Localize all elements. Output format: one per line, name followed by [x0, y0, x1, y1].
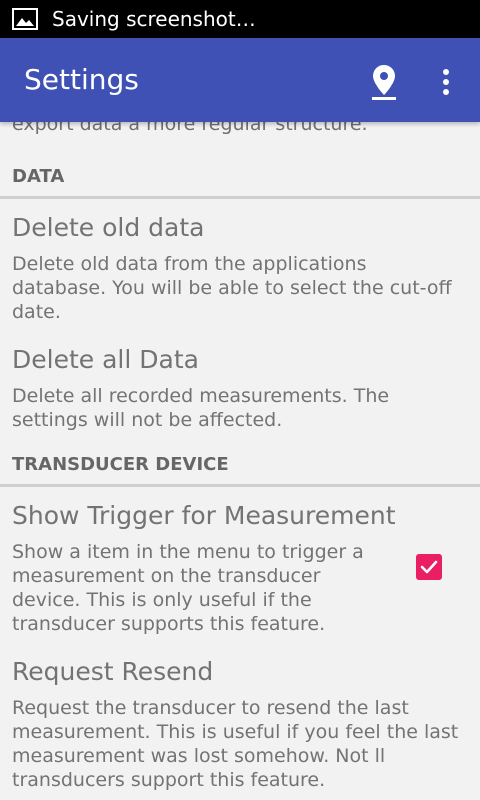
image-icon [12, 8, 38, 30]
pref-delete-old-data[interactable]: Delete old data Delete old data from the… [0, 212, 480, 328]
pref-request-resend[interactable]: Request Resend Request the transducer to… [0, 656, 480, 796]
category-header-transducer-device: TRANSDUCER DEVICE [12, 454, 229, 475]
location-button[interactable] [360, 58, 408, 106]
category-divider [0, 196, 480, 199]
pref-show-trigger-for-measurement[interactable]: Show Trigger for Measurement Show a item… [0, 500, 480, 640]
category-divider [0, 484, 480, 487]
pref-title: Request Resend [12, 657, 214, 686]
pref-summary: Request the transducer to resend the las… [12, 697, 459, 791]
category-header-data: DATA [12, 166, 65, 187]
clipped-preference-summary: export data a more regular structure. [12, 122, 368, 135]
overflow-menu-button[interactable] [424, 58, 472, 106]
pref-title: Delete old data [12, 213, 205, 242]
app-bar: Settings [0, 38, 480, 122]
status-bar: Saving screenshot… [0, 0, 480, 38]
pref-delete-all-data[interactable]: Delete all Data Delete all recorded meas… [0, 344, 480, 436]
settings-list[interactable]: export data a more regular structure. DA… [0, 122, 480, 800]
pref-title: Show Trigger for Measurement [12, 501, 396, 530]
pref-title: Delete all Data [12, 345, 199, 374]
pref-summary: Delete all recorded measurements. The se… [12, 385, 390, 431]
pref-summary: Delete old data from the applications da… [12, 253, 452, 323]
page-title: Settings [24, 63, 139, 96]
pref-summary: Show a item in the menu to trigger a mea… [12, 541, 364, 635]
status-notification-text: Saving screenshot… [52, 7, 256, 31]
show-trigger-checkbox[interactable] [416, 554, 442, 580]
